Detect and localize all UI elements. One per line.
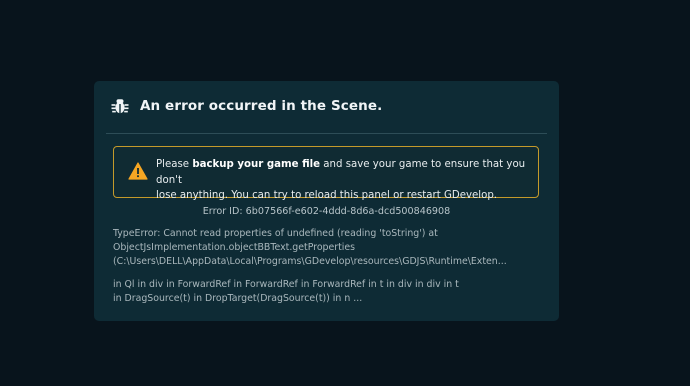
dialog-header: An error occurred in the Scene. [110,96,382,116]
header-divider [106,133,547,134]
bug-icon [110,96,130,116]
error-message-line: ObjectJsImplementation.objectBBText.getP… [113,242,356,253]
warning-message: Please backup your game file and save yo… [156,157,534,204]
stack-line: in DragSource(t) in DropTarget(DragSourc… [113,293,363,304]
component-stack: in Ql in div in ForwardRef in ForwardRef… [113,278,543,306]
error-dialog: An error occurred in the Scene. Please b… [94,81,559,321]
backup-warning-alert: Please backup your game file and save yo… [113,146,539,201]
warning-text-bold: backup your game file [192,159,321,170]
error-id: Error ID: 6b07566f-e602-4ddd-8d6a-dcd500… [202,206,451,217]
warning-icon [128,162,148,180]
stack-line: in Ql in div in ForwardRef in ForwardRef… [113,279,459,290]
error-message-line: (C:\Users\DELL\AppData\Local\Programs\GD… [113,256,507,267]
dialog-title: An error occurred in the Scene. [140,98,383,114]
error-message: TypeError: Cannot read properties of und… [113,227,543,269]
warning-text-line2: lose anything. You can try to reload thi… [156,190,498,201]
warning-text-prefix: Please [156,159,193,170]
error-message-line: TypeError: Cannot read properties of und… [113,228,438,239]
